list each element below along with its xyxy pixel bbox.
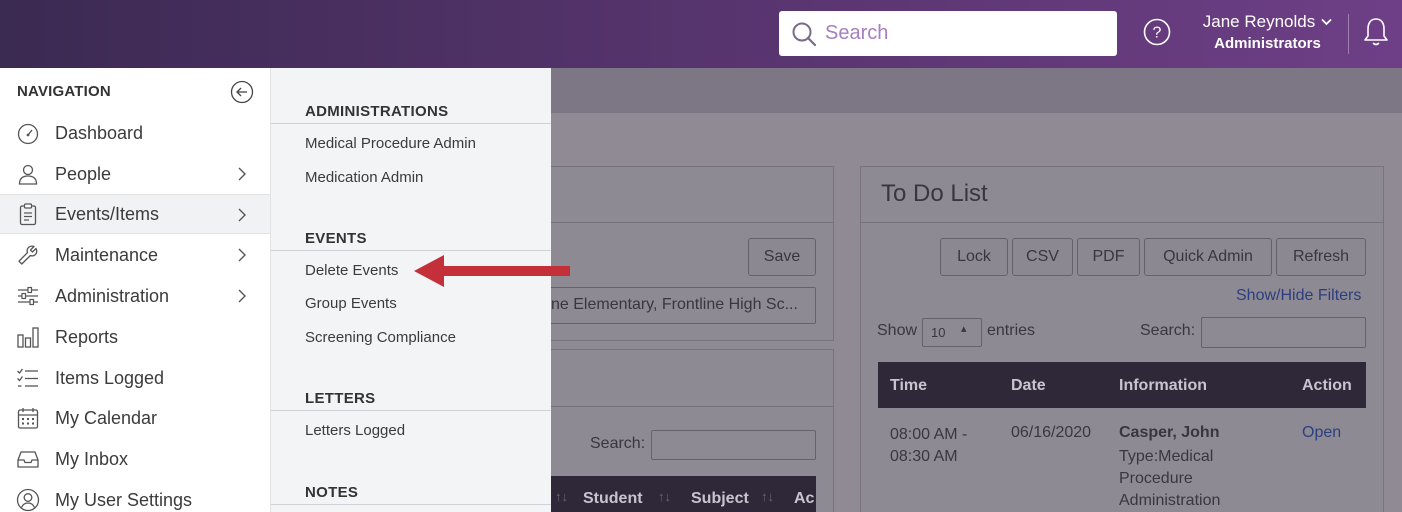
nav-label: Dashboard bbox=[55, 122, 144, 143]
chevron-down-icon bbox=[1321, 18, 1332, 26]
nav-label: Reports bbox=[55, 326, 119, 347]
submenu-link-letters-logged[interactable]: Letters Logged bbox=[305, 422, 405, 439]
entries-value: 10 bbox=[931, 325, 946, 340]
search-icon bbox=[792, 22, 817, 46]
csv-button[interactable]: CSV bbox=[1012, 238, 1073, 276]
show-label: Show bbox=[877, 322, 918, 339]
annotation-arrow-icon bbox=[414, 255, 570, 287]
submenu-heading-letters: LETTERS bbox=[305, 390, 376, 407]
help-icon[interactable]: ? bbox=[1143, 18, 1171, 46]
nav-item-my-user-settings[interactable]: My User Settings bbox=[0, 480, 270, 512]
page-subheader bbox=[551, 68, 1402, 113]
nav-item-maintenance[interactable]: Maintenance bbox=[0, 235, 270, 275]
nav-label: Administration bbox=[55, 285, 170, 306]
nav-label: People bbox=[55, 163, 112, 184]
nav-title: NAVIGATION bbox=[17, 83, 111, 100]
svg-text:?: ? bbox=[1153, 25, 1162, 42]
submenu-heading-events: EVENTS bbox=[305, 230, 367, 247]
row-time: 08:00 AM - 08:30 AM bbox=[890, 426, 968, 465]
submenu-link-delete-events[interactable]: Delete Events bbox=[305, 262, 398, 279]
nav-label: Items Logged bbox=[55, 367, 165, 388]
wrench-icon bbox=[15, 242, 41, 268]
nav-label: Maintenance bbox=[55, 244, 159, 265]
inbox-icon bbox=[15, 446, 41, 472]
bar-chart-icon bbox=[15, 324, 41, 350]
submenu-link-medication-admin[interactable]: Medication Admin bbox=[305, 169, 423, 186]
chevron-right-icon bbox=[238, 289, 246, 303]
col-information[interactable]: Information bbox=[1119, 377, 1207, 395]
submenu-divider bbox=[271, 250, 551, 251]
left-col-subject[interactable]: Subject bbox=[691, 490, 749, 508]
row-type: Type:Medical Procedure Administration bbox=[1119, 448, 1221, 509]
collapse-nav-icon[interactable] bbox=[230, 80, 254, 104]
nav-label: My Calendar bbox=[55, 407, 158, 428]
left-table-header: ↑↓ Student ↑↓ Subject ↑↓ Ac bbox=[540, 476, 816, 512]
left-col-action[interactable]: Ac bbox=[794, 490, 814, 508]
nav-item-my-inbox[interactable]: My Inbox bbox=[0, 439, 270, 479]
show-hide-filters-link[interactable]: Show/Hide Filters bbox=[1236, 287, 1361, 305]
select-arrows-icon: ▴ bbox=[961, 323, 967, 335]
quick-admin-button[interactable]: Quick Admin bbox=[1144, 238, 1272, 276]
person-icon bbox=[15, 161, 41, 187]
pdf-button[interactable]: PDF bbox=[1077, 238, 1140, 276]
todo-title: To Do List bbox=[881, 180, 988, 207]
row-date: 06/16/2020 bbox=[1011, 424, 1092, 441]
col-time[interactable]: Time bbox=[890, 377, 927, 395]
nav-item-administration[interactable]: Administration bbox=[0, 276, 270, 316]
top-bar: ? Jane Reynolds Administrators bbox=[0, 0, 1402, 68]
entries-select[interactable]: 10 ▴ bbox=[922, 318, 982, 347]
calendar-icon bbox=[15, 405, 41, 431]
chevron-right-icon bbox=[238, 208, 246, 222]
refresh-button[interactable]: Refresh bbox=[1276, 238, 1366, 276]
left-col-student[interactable]: Student bbox=[583, 490, 643, 508]
save-button[interactable]: Save bbox=[748, 238, 816, 276]
sliders-icon bbox=[15, 283, 41, 309]
left-search-input[interactable] bbox=[651, 430, 816, 460]
global-search[interactable] bbox=[779, 11, 1117, 56]
submenu-divider bbox=[271, 123, 551, 124]
nav-item-items-logged[interactable]: Items Logged bbox=[0, 358, 270, 398]
nav-label: My Inbox bbox=[55, 448, 129, 469]
user-role: Administrators bbox=[1214, 35, 1321, 52]
nav-item-events-items[interactable]: Events/Items bbox=[0, 194, 270, 234]
schools-value: ne Elementary, Frontline High Sc... bbox=[551, 296, 798, 313]
user-menu[interactable]: Jane Reynolds Administrators bbox=[1200, 12, 1335, 52]
nav-label: My User Settings bbox=[55, 489, 193, 510]
header-divider bbox=[1348, 14, 1349, 54]
nav-item-dashboard[interactable]: Dashboard bbox=[0, 113, 270, 153]
submenu-link-medical-procedure-admin[interactable]: Medical Procedure Admin bbox=[305, 135, 476, 152]
col-date[interactable]: Date bbox=[1011, 377, 1046, 395]
bell-icon[interactable] bbox=[1362, 16, 1390, 48]
submenu-divider bbox=[271, 504, 551, 505]
events-submenu: ADMINISTRATIONS Medical Procedure Admin … bbox=[271, 68, 551, 512]
user-circle-icon bbox=[15, 487, 41, 512]
user-name: Jane Reynolds bbox=[1202, 12, 1316, 31]
todo-search-input[interactable] bbox=[1201, 317, 1366, 348]
row-open-link[interactable]: Open bbox=[1302, 424, 1341, 442]
clipboard-icon bbox=[15, 201, 41, 227]
todo-table-header: Time Date Information Action bbox=[878, 362, 1366, 408]
nav-item-my-calendar[interactable]: My Calendar bbox=[0, 398, 270, 438]
submenu-divider bbox=[271, 410, 551, 411]
navigation-sidebar: NAVIGATION Dashboard People Events/Items… bbox=[0, 68, 271, 512]
nav-item-reports[interactable]: Reports bbox=[0, 317, 270, 357]
lock-button[interactable]: Lock bbox=[940, 238, 1008, 276]
dashboard-icon bbox=[15, 120, 41, 146]
entries-label: entries bbox=[987, 322, 1036, 339]
left-search-label: Search: bbox=[590, 435, 646, 452]
search-input[interactable] bbox=[825, 22, 1105, 45]
todo-search-label: Search: bbox=[1140, 322, 1196, 339]
submenu-heading-notes: NOTES bbox=[305, 484, 359, 501]
submenu-link-screening-compliance[interactable]: Screening Compliance bbox=[305, 329, 456, 346]
chevron-right-icon bbox=[238, 248, 246, 262]
row-name: Casper, John bbox=[1119, 424, 1220, 441]
nav-label: Events/Items bbox=[55, 203, 160, 224]
nav-item-people[interactable]: People bbox=[0, 154, 270, 194]
submenu-heading-administrations: ADMINISTRATIONS bbox=[305, 103, 449, 120]
checklist-icon bbox=[15, 365, 41, 391]
schools-select[interactable]: ne Elementary, Frontline High Sc... bbox=[540, 287, 816, 324]
col-action[interactable]: Action bbox=[1302, 377, 1352, 395]
submenu-link-group-events[interactable]: Group Events bbox=[305, 295, 397, 312]
chevron-right-icon bbox=[238, 167, 246, 181]
